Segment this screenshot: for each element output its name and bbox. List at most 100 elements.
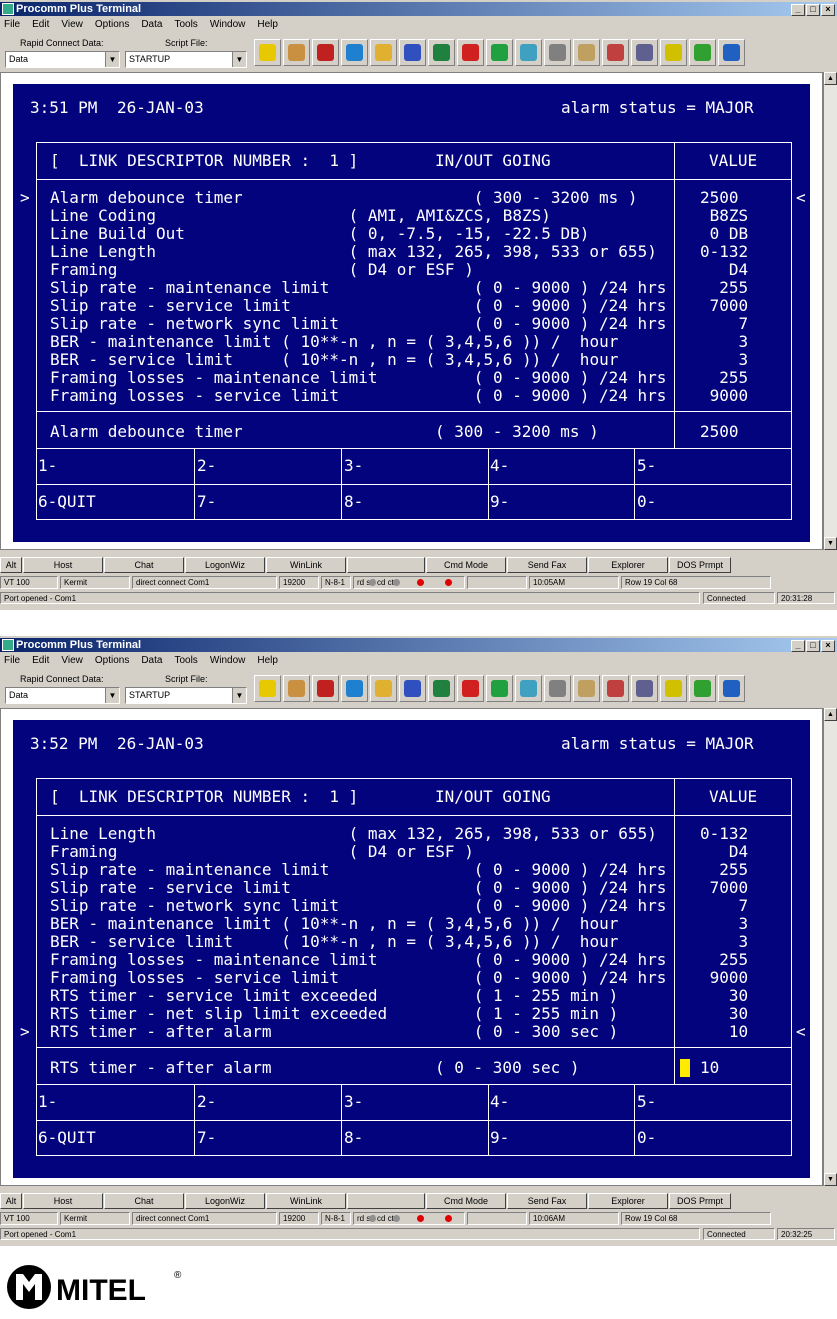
action-button-host[interactable]: Host — [23, 557, 103, 573]
chevron-down-icon[interactable]: ▼ — [232, 52, 246, 67]
internet-button[interactable] — [718, 675, 745, 702]
download-button[interactable] — [370, 39, 397, 66]
action-button-logonwiz[interactable]: LogonWiz — [185, 1193, 265, 1209]
action-button-send-fax[interactable]: Send Fax — [507, 1193, 587, 1209]
capture-button[interactable] — [428, 39, 455, 66]
menu-help[interactable]: Help — [257, 653, 278, 669]
printer-button[interactable] — [544, 39, 571, 66]
action-button-cmd-mode[interactable]: Cmd Mode — [426, 557, 506, 573]
terminal-button[interactable] — [486, 39, 513, 66]
scroll-up-icon[interactable]: ▲ — [824, 708, 837, 721]
terminal-button[interactable] — [486, 675, 513, 702]
vertical-scrollbar[interactable]: ▲ ▼ — [823, 708, 837, 1186]
protocol-indicator[interactable]: Kermit — [60, 1212, 130, 1225]
run-script-button[interactable] — [254, 675, 281, 702]
menu-edit[interactable]: Edit — [32, 653, 49, 669]
softkey-8[interactable]: 8- — [344, 493, 363, 511]
menu-window[interactable]: Window — [210, 653, 246, 669]
vertical-scrollbar[interactable]: ▲ ▼ — [823, 72, 837, 550]
menu-options[interactable]: Options — [95, 17, 129, 33]
menu-data[interactable]: Data — [141, 17, 162, 33]
minimize-icon[interactable]: _ — [791, 4, 805, 16]
softkey-6[interactable]: 6-QUIT — [38, 1129, 96, 1147]
meta-key-button[interactable] — [660, 675, 687, 702]
action-button-host[interactable]: Host — [23, 1193, 103, 1209]
chat-button[interactable] — [689, 39, 716, 66]
alt-toggle[interactable]: Alt — [0, 557, 22, 573]
chat-button[interactable] — [689, 675, 716, 702]
softkey-2[interactable]: 2- — [197, 1093, 216, 1111]
capture-file-button[interactable] — [631, 39, 658, 66]
chevron-down-icon[interactable]: ▼ — [232, 688, 246, 703]
baud-indicator[interactable]: 19200 — [279, 576, 319, 589]
softkey-4[interactable]: 4- — [490, 457, 509, 475]
close-icon[interactable]: × — [821, 640, 835, 652]
capture-file-button[interactable] — [631, 675, 658, 702]
script-file-select[interactable]: STARTUP ▼ — [125, 687, 247, 704]
softkey-8[interactable]: 8- — [344, 1129, 363, 1147]
dial-button[interactable] — [457, 675, 484, 702]
title-bar[interactable]: Procomm Plus Terminal _ □ × — [0, 638, 837, 652]
action-button-dos-prmpt[interactable]: DOS Prmpt — [669, 1193, 731, 1209]
basket-button[interactable] — [573, 675, 600, 702]
maximize-icon[interactable]: □ — [806, 640, 820, 652]
chevron-down-icon[interactable]: ▼ — [105, 688, 119, 703]
menu-tools[interactable]: Tools — [174, 17, 197, 33]
phonebook-button[interactable] — [283, 39, 310, 66]
connect-button[interactable] — [515, 675, 542, 702]
action-button-chat[interactable]: Chat — [104, 1193, 184, 1209]
emulation-indicator[interactable]: VT 100 — [0, 576, 58, 589]
softkey-7[interactable]: 7- — [197, 1129, 216, 1147]
connection-indicator[interactable]: direct connect Com1 — [132, 576, 277, 589]
pen-button[interactable] — [602, 39, 629, 66]
softkey-2[interactable]: 2- — [197, 457, 216, 475]
terminal-screen[interactable]: 3:52 PM 26-JAN-03 alarm status = MAJOR [ LI… — [13, 720, 810, 1178]
action-button-dos-prmpt[interactable]: DOS Prmpt — [669, 557, 731, 573]
rapid-connect-select[interactable]: Data ▼ — [5, 51, 120, 68]
mode-button[interactable] — [312, 675, 339, 702]
scroll-down-icon[interactable]: ▼ — [824, 1173, 837, 1186]
menu-tools[interactable]: Tools — [174, 653, 197, 669]
scroll-down-icon[interactable]: ▼ — [824, 537, 837, 550]
connection-indicator[interactable]: direct connect Com1 — [132, 1212, 277, 1225]
close-icon[interactable]: × — [821, 4, 835, 16]
minimize-icon[interactable]: _ — [791, 640, 805, 652]
softkey-5[interactable]: 5- — [637, 457, 656, 475]
softkey-10[interactable]: 0- — [637, 493, 656, 511]
softkey-10[interactable]: 0- — [637, 1129, 656, 1147]
menu-edit[interactable]: Edit — [32, 17, 49, 33]
action-button-send-fax[interactable]: Send Fax — [507, 557, 587, 573]
send-file-button[interactable] — [399, 39, 426, 66]
run-script-button[interactable] — [254, 39, 281, 66]
action-button-chat[interactable]: Chat — [104, 557, 184, 573]
softkey-4[interactable]: 4- — [490, 1093, 509, 1111]
dial-button[interactable] — [457, 39, 484, 66]
menu-help[interactable]: Help — [257, 17, 278, 33]
script-file-select[interactable]: STARTUP ▼ — [125, 51, 247, 68]
pen-button[interactable] — [602, 675, 629, 702]
terminal-screen[interactable]: 3:51 PM 26-JAN-03 alarm status = MAJOR [ LI… — [13, 84, 810, 542]
capture-button[interactable] — [428, 675, 455, 702]
action-button-winlink[interactable]: WinLink — [266, 1193, 346, 1209]
rapid-connect-select[interactable]: Data ▼ — [5, 687, 120, 704]
printer-button[interactable] — [544, 675, 571, 702]
send-file-button[interactable] — [399, 675, 426, 702]
scroll-up-icon[interactable]: ▲ — [824, 72, 837, 85]
softkey-3[interactable]: 3- — [344, 1093, 363, 1111]
softkey-1[interactable]: 1- — [38, 457, 57, 475]
softkey-1[interactable]: 1- — [38, 1093, 57, 1111]
action-button-explorer[interactable]: Explorer — [588, 1193, 668, 1209]
menu-data[interactable]: Data — [141, 653, 162, 669]
title-bar[interactable]: Procomm Plus Terminal _ □ × — [0, 2, 837, 16]
softkey-7[interactable]: 7- — [197, 493, 216, 511]
basket-button[interactable] — [573, 39, 600, 66]
baud-indicator[interactable]: 19200 — [279, 1212, 319, 1225]
internet-button[interactable] — [718, 39, 745, 66]
action-button-winlink[interactable]: WinLink — [266, 557, 346, 573]
parity-indicator[interactable]: N-8-1 — [321, 1212, 351, 1225]
softkey-5[interactable]: 5- — [637, 1093, 656, 1111]
menu-options[interactable]: Options — [95, 653, 129, 669]
phonebook-button[interactable] — [283, 675, 310, 702]
menu-file[interactable]: File — [4, 653, 20, 669]
upload-button[interactable] — [341, 39, 368, 66]
